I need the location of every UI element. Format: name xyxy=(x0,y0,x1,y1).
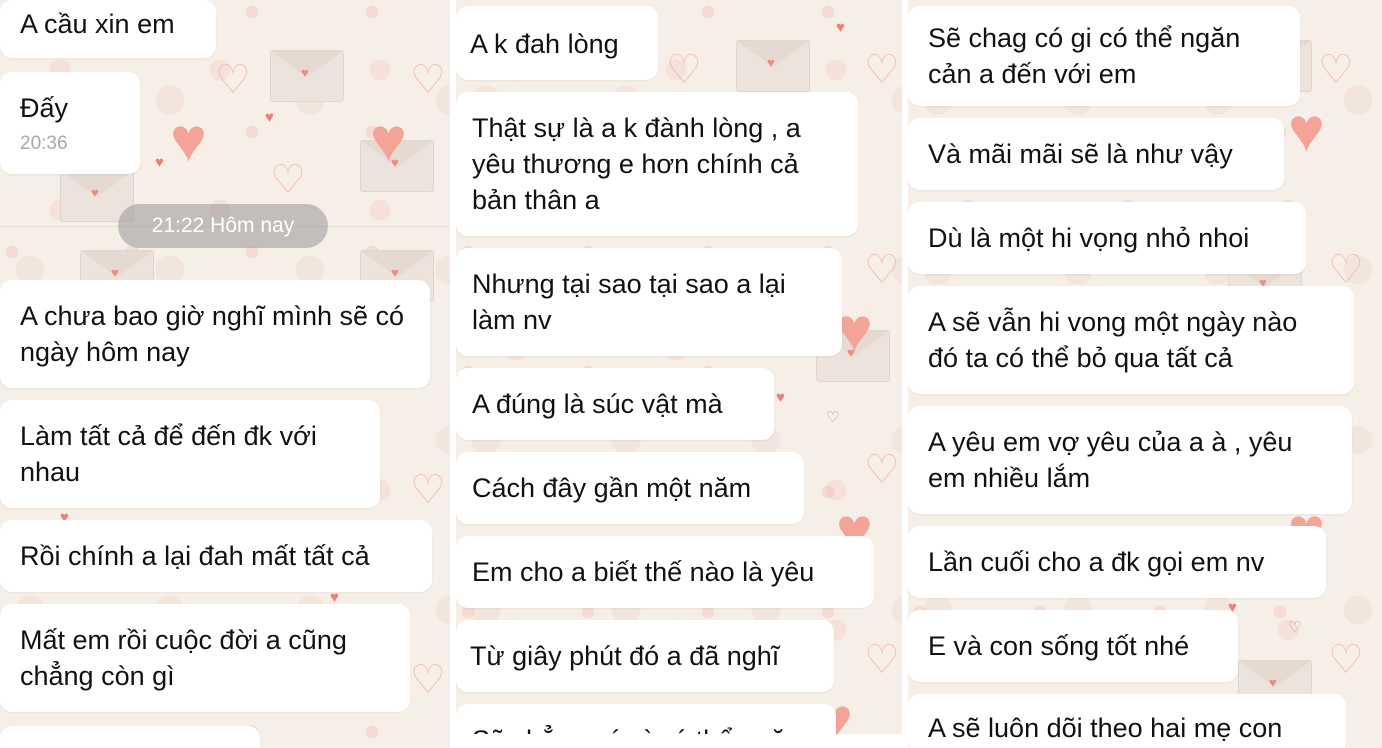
chat-panel-3: ♥ ♥ ♡ ♡ ♡ ♥ ♡ Sẽ chag có gi có thể ngăn … xyxy=(908,0,1382,748)
heart-icon: ♥ xyxy=(370,106,407,175)
heart-icon: ♥ xyxy=(330,589,339,606)
heart-outline-icon: ♡ xyxy=(1318,48,1354,92)
message-bubble[interactable]: A k đah lòng xyxy=(456,6,658,80)
message-bubble[interactable]: A chưa bao giờ nghĩ mình sẽ có ngày hôm … xyxy=(0,280,430,388)
message-bubble[interactable]: Cách đây gần một năm xyxy=(456,452,804,524)
message-text: Mất em rồi cuộc đời a cũng chẳng còn gì xyxy=(20,625,347,691)
message-text: Và mãi mãi sẽ là như vậy xyxy=(928,139,1233,169)
message-text: Lần cuối cho a đk gọi em nv xyxy=(928,547,1265,577)
message-text: Cách đây gần một năm xyxy=(472,473,752,503)
heart-icon: ♥ xyxy=(155,154,164,171)
message-bubble-partial[interactable] xyxy=(0,726,260,748)
message-text: A sẽ luôn dõi theo hai mẹ con xyxy=(928,713,1283,743)
message-bubble[interactable]: Sẽ chag có gi có thể ngăn cản a đến với … xyxy=(908,6,1300,106)
message-bubble[interactable]: Mất em rồi cuộc đời a cũng chẳng còn gì xyxy=(0,604,410,712)
message-text: Thật sự là a k đành lòng , a yêu thương … xyxy=(472,113,801,215)
message-bubble[interactable]: Lần cuối cho a đk gọi em nv xyxy=(908,526,1326,598)
heart-outline-icon: ♡ xyxy=(864,448,900,492)
heart-outline-icon: ♡ xyxy=(410,58,446,102)
envelope-icon xyxy=(360,140,434,192)
message-text: Rồi chính a lại đah mất tất cả xyxy=(20,541,370,571)
message-bubble[interactable]: Đấy 20:36 xyxy=(0,72,140,174)
heart-icon: ♡ xyxy=(826,409,840,426)
heart-icon: ♥ xyxy=(1288,96,1325,165)
panel-bottom-edge xyxy=(456,734,902,748)
heart-outline-icon: ♡ xyxy=(410,468,446,512)
heart-icon: ♥ xyxy=(836,19,845,36)
chat-panel-1: ♥ ♥ ♡ ♡ ♡ ♡ ♡ ♥ ♥ ♥ ♥ 21:22 Hôm nay A cầ… xyxy=(0,0,450,748)
message-bubble[interactable]: E và con sống tốt nhé xyxy=(908,610,1238,682)
message-text: Sẽ chag có gi có thể ngăn cản a đến với … xyxy=(928,23,1241,89)
message-bubble-partial[interactable]: A sẽ luôn dõi theo hai mẹ con xyxy=(908,694,1346,748)
message-text: A yêu em vợ yêu của a à , yêu em nhiều l… xyxy=(928,427,1293,493)
message-text: Nhưng tại sao tại sao a lại làm nv xyxy=(472,269,786,335)
heart-icon: ♥ xyxy=(170,106,207,175)
message-text: A đúng là súc vật mà xyxy=(472,389,723,419)
heart-outline-icon: ♡ xyxy=(1328,248,1364,292)
message-bubble[interactable]: Rồi chính a lại đah mất tất cả xyxy=(0,520,432,592)
heart-icon: ♡ xyxy=(1288,619,1302,636)
heart-outline-icon: ♡ xyxy=(864,248,900,292)
heart-outline-icon: ♡ xyxy=(864,638,900,682)
message-text: A cầu xin em xyxy=(20,9,175,39)
heart-outline-icon: ♡ xyxy=(270,158,306,202)
message-bubble[interactable]: A yêu em vợ yêu của a à , yêu em nhiều l… xyxy=(908,406,1352,514)
message-text: A sẽ vẫn hi vong một ngày nào đó ta có t… xyxy=(928,307,1298,373)
date-separator: 21:22 Hôm nay xyxy=(118,204,328,248)
message-bubble[interactable]: Làm tất cả để đến đk với nhau xyxy=(0,400,380,508)
message-text: Làm tất cả để đến đk với nhau xyxy=(20,421,317,487)
heart-icon: ♥ xyxy=(776,389,785,406)
message-text: Từ giây phút đó a đã nghĩ xyxy=(470,641,780,671)
message-bubble[interactable]: Thật sự là a k đành lòng , a yêu thương … xyxy=(456,92,858,236)
heart-outline-icon: ♡ xyxy=(1328,638,1364,682)
message-bubble[interactable]: A sẽ vẫn hi vong một ngày nào đó ta có t… xyxy=(908,286,1354,394)
message-bubble[interactable]: Em cho a biết thế nào là yêu xyxy=(456,536,874,608)
message-text: A k đah lòng xyxy=(470,29,619,59)
message-bubble[interactable]: Nhưng tại sao tại sao a lại làm nv xyxy=(456,248,842,356)
message-time: 20:36 xyxy=(20,133,68,154)
message-text: E và con sống tốt nhé xyxy=(928,631,1190,661)
message-bubble[interactable]: A đúng là súc vật mà xyxy=(456,368,774,440)
heart-outline-icon: ♡ xyxy=(864,48,900,92)
message-text: Đấy xyxy=(20,93,69,123)
message-text: A chưa bao giờ nghĩ mình sẽ có ngày hôm … xyxy=(20,301,405,367)
heart-outline-icon: ♡ xyxy=(215,58,251,102)
message-bubble[interactable]: Và mãi mãi sẽ là như vậy xyxy=(908,118,1284,190)
message-bubble[interactable]: A cầu xin em xyxy=(0,0,216,58)
message-text: Em cho a biết thế nào là yêu xyxy=(472,557,815,587)
message-bubble[interactable]: Dù là một hi vọng nhỏ nhoi xyxy=(908,202,1306,274)
heart-icon: ♥ xyxy=(265,109,274,126)
envelope-icon xyxy=(270,50,344,102)
envelope-icon xyxy=(736,40,810,92)
heart-outline-icon: ♡ xyxy=(666,48,702,92)
message-text: Dù là một hi vọng nhỏ nhoi xyxy=(928,223,1250,253)
message-bubble[interactable]: Từ giây phút đó a đã nghĩ xyxy=(456,620,834,692)
heart-outline-icon: ♡ xyxy=(410,658,446,702)
chat-panel-2: ♥ ♥ ♥ ♡ ♡ ♡ ♡ ♡ ♥ ♥ ♡ A k đah lòng Thật … xyxy=(456,0,902,748)
